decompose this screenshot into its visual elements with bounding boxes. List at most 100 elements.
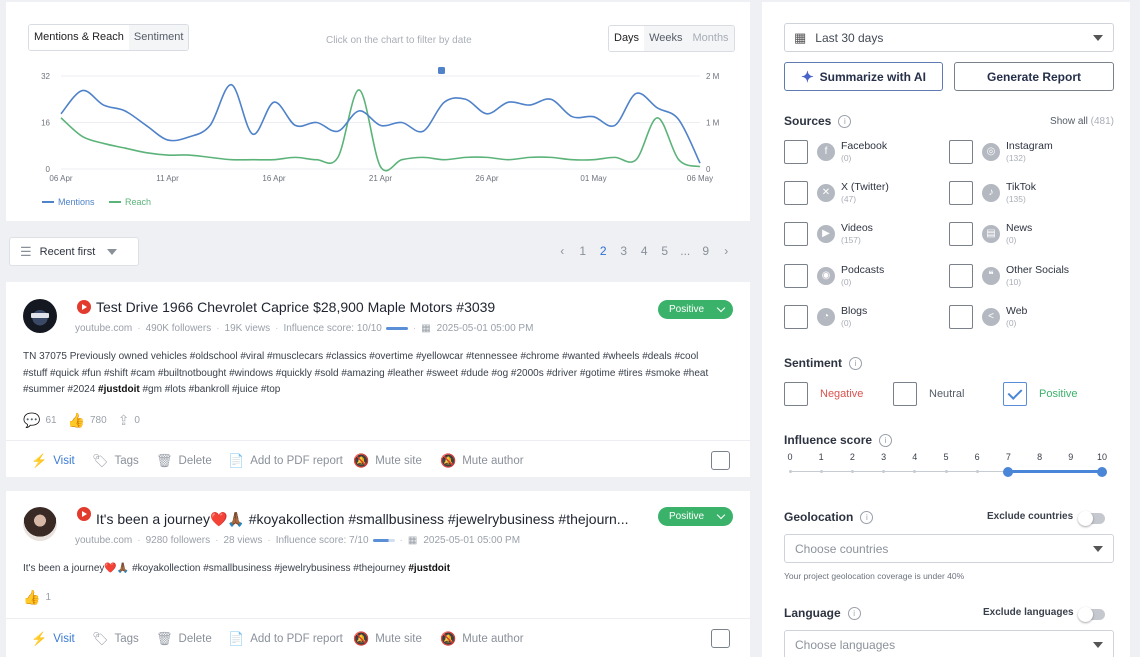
summarize-ai-button[interactable]: ✦ Summarize with AI bbox=[784, 62, 943, 91]
select-post-checkbox[interactable] bbox=[711, 451, 730, 470]
source-facebook[interactable]: f Facebook (0) bbox=[784, 140, 887, 164]
source-count: (157) bbox=[841, 235, 861, 246]
slider-step-dot bbox=[882, 470, 886, 473]
choose-languages-placeholder: Choose languages bbox=[795, 637, 896, 652]
post-text-bold: #justdoit bbox=[408, 563, 451, 574]
sentiment-negative[interactable]: Negative bbox=[784, 382, 863, 406]
show-all-link[interactable]: Show all (481) bbox=[1050, 116, 1114, 127]
page-2[interactable]: 2 bbox=[593, 244, 614, 258]
sentiment-positive[interactable]: Positive bbox=[1003, 382, 1078, 406]
exclude-languages-toggle[interactable] bbox=[1078, 607, 1105, 622]
choose-languages-select[interactable]: Choose languages bbox=[784, 630, 1114, 657]
line-chart[interactable]: 321602 M1 M006 Apr 11 Apr 16 Apr 21 Apr 26 A… bbox=[6, 2, 750, 221]
avatar[interactable] bbox=[23, 507, 57, 541]
select-post-checkbox[interactable] bbox=[711, 629, 730, 648]
post-title[interactable]: Test Drive 1966 Chevrolet Caprice $28,90… bbox=[96, 299, 495, 315]
info-icon[interactable]: i bbox=[849, 356, 863, 370]
mute-site-button[interactable]: 🔕 Mute site bbox=[353, 631, 422, 647]
post-title[interactable]: It's been a journey❤️🙏🏾 #koyakollection … bbox=[96, 511, 628, 528]
sentiment-badge[interactable]: Positive bbox=[658, 300, 733, 319]
negative-checkbox[interactable] bbox=[784, 382, 808, 406]
post-text-bold: #justdoit bbox=[98, 384, 140, 395]
y-right-tick-label: 0 bbox=[706, 165, 711, 174]
source-checkbox[interactable] bbox=[949, 263, 973, 288]
source-checkbox[interactable] bbox=[784, 222, 808, 247]
source-checkbox[interactable] bbox=[784, 140, 808, 164]
delete-label: Delete bbox=[178, 633, 212, 645]
add-to-pdf-button[interactable]: 📄 Add to PDF report bbox=[228, 453, 343, 469]
source-videos[interactable]: ▶ Videos (157) bbox=[784, 222, 873, 247]
x-tick-label: 06 May bbox=[687, 174, 713, 183]
info-icon[interactable]: i bbox=[860, 510, 874, 524]
page-1[interactable]: 1 bbox=[573, 244, 594, 258]
mute-author-label: Mute author bbox=[462, 455, 524, 467]
positive-checkbox[interactable] bbox=[1003, 382, 1027, 406]
exclude-countries-toggle[interactable] bbox=[1078, 511, 1105, 526]
sentiment-heading: Sentiment i bbox=[784, 356, 863, 370]
avatar[interactable] bbox=[23, 299, 57, 333]
source-blogs[interactable]: ◔ Blogs (0) bbox=[784, 304, 867, 329]
visit-button[interactable]: ⚡ Visit bbox=[31, 631, 75, 647]
slider-step-dot bbox=[850, 470, 854, 473]
delete-button[interactable]: 🗑 Delete bbox=[156, 631, 212, 647]
influence-tick-label: 2 bbox=[849, 452, 855, 462]
bell-off-icon: 🔕 bbox=[440, 631, 457, 646]
y-left-tick-label: 32 bbox=[41, 72, 50, 81]
geolocation-title: Geolocation bbox=[784, 510, 854, 524]
mention-card: Test Drive 1966 Chevrolet Caprice $28,90… bbox=[6, 282, 750, 477]
next-page-icon[interactable]: › bbox=[716, 244, 737, 258]
page-4[interactable]: 4 bbox=[634, 244, 655, 258]
tags-button[interactable]: 🏷 Tags bbox=[92, 631, 139, 647]
source-instagram[interactable]: ◎ Instagram (132) bbox=[949, 140, 1053, 164]
chevron-down-icon bbox=[716, 303, 726, 313]
delete-button[interactable]: 🗑 Delete bbox=[156, 453, 212, 469]
source-checkbox[interactable] bbox=[949, 222, 973, 247]
choose-countries-select[interactable]: Choose countries bbox=[784, 534, 1114, 563]
source-checkbox[interactable] bbox=[949, 140, 973, 164]
date-range-select[interactable]: ▦ Last 30 days bbox=[784, 23, 1114, 52]
generate-report-button[interactable]: Generate Report bbox=[954, 62, 1114, 91]
source-web[interactable]: < Web (0) bbox=[949, 304, 1027, 329]
source-checkbox[interactable] bbox=[949, 304, 973, 329]
source-x-twitter[interactable]: ✕ X (Twitter) (47) bbox=[784, 181, 889, 206]
source-checkbox[interactable] bbox=[784, 304, 808, 329]
source-other-socials[interactable]: ❝ Other Socials (10) bbox=[949, 263, 1069, 288]
legend-reach-label: Reach bbox=[125, 197, 152, 207]
sort-select[interactable]: ☰ Recent first bbox=[9, 237, 139, 266]
mute-site-button[interactable]: 🔕 Mute site bbox=[353, 453, 422, 469]
mute-author-button[interactable]: 🔕 Mute author bbox=[440, 631, 524, 647]
visit-label: Visit bbox=[53, 455, 75, 467]
source-count: (0) bbox=[841, 276, 852, 287]
visit-button[interactable]: ⚡ Visit bbox=[31, 453, 75, 469]
sentiment-neutral[interactable]: Neutral bbox=[893, 382, 964, 406]
mute-author-button[interactable]: 🔕 Mute author bbox=[440, 453, 524, 469]
source-checkbox[interactable] bbox=[949, 181, 973, 206]
page-3[interactable]: 3 bbox=[614, 244, 635, 258]
show-all-label: Show all bbox=[1050, 116, 1088, 127]
page-9[interactable]: 9 bbox=[696, 244, 717, 258]
post-source[interactable]: youtube.com bbox=[75, 535, 132, 546]
source-text: Blogs (0) bbox=[841, 305, 867, 329]
info-icon[interactable]: i bbox=[838, 114, 852, 128]
slider-min-handle[interactable] bbox=[1003, 466, 1014, 477]
info-icon[interactable]: i bbox=[847, 606, 861, 620]
slider-max-handle[interactable] bbox=[1097, 466, 1107, 477]
video-play-icon: ▶ bbox=[817, 225, 835, 244]
source-tiktok[interactable]: ♪ TikTok (135) bbox=[949, 181, 1036, 206]
neutral-checkbox[interactable] bbox=[893, 382, 917, 406]
post-source[interactable]: youtube.com bbox=[75, 323, 132, 334]
add-to-pdf-button[interactable]: 📄 Add to PDF report bbox=[228, 631, 343, 647]
add-to-pdf-label: Add to PDF report bbox=[250, 455, 343, 467]
sentiment-badge[interactable]: Positive bbox=[658, 507, 733, 526]
source-checkbox[interactable] bbox=[784, 263, 808, 288]
source-news[interactable]: ▤ News (0) bbox=[949, 222, 1032, 247]
prev-page-icon[interactable]: ‹ bbox=[552, 244, 573, 258]
source-text: TikTok (135) bbox=[1006, 181, 1036, 205]
tags-button[interactable]: 🏷 Tags bbox=[92, 453, 139, 469]
page-5[interactable]: 5 bbox=[655, 244, 676, 258]
generate-report-label: Generate Report bbox=[986, 69, 1082, 84]
source-podcasts[interactable]: ◉ Podcasts (0) bbox=[784, 263, 884, 288]
info-icon[interactable]: i bbox=[879, 433, 893, 447]
bell-off-icon: 🔕 bbox=[440, 453, 457, 468]
source-checkbox[interactable] bbox=[784, 181, 808, 206]
